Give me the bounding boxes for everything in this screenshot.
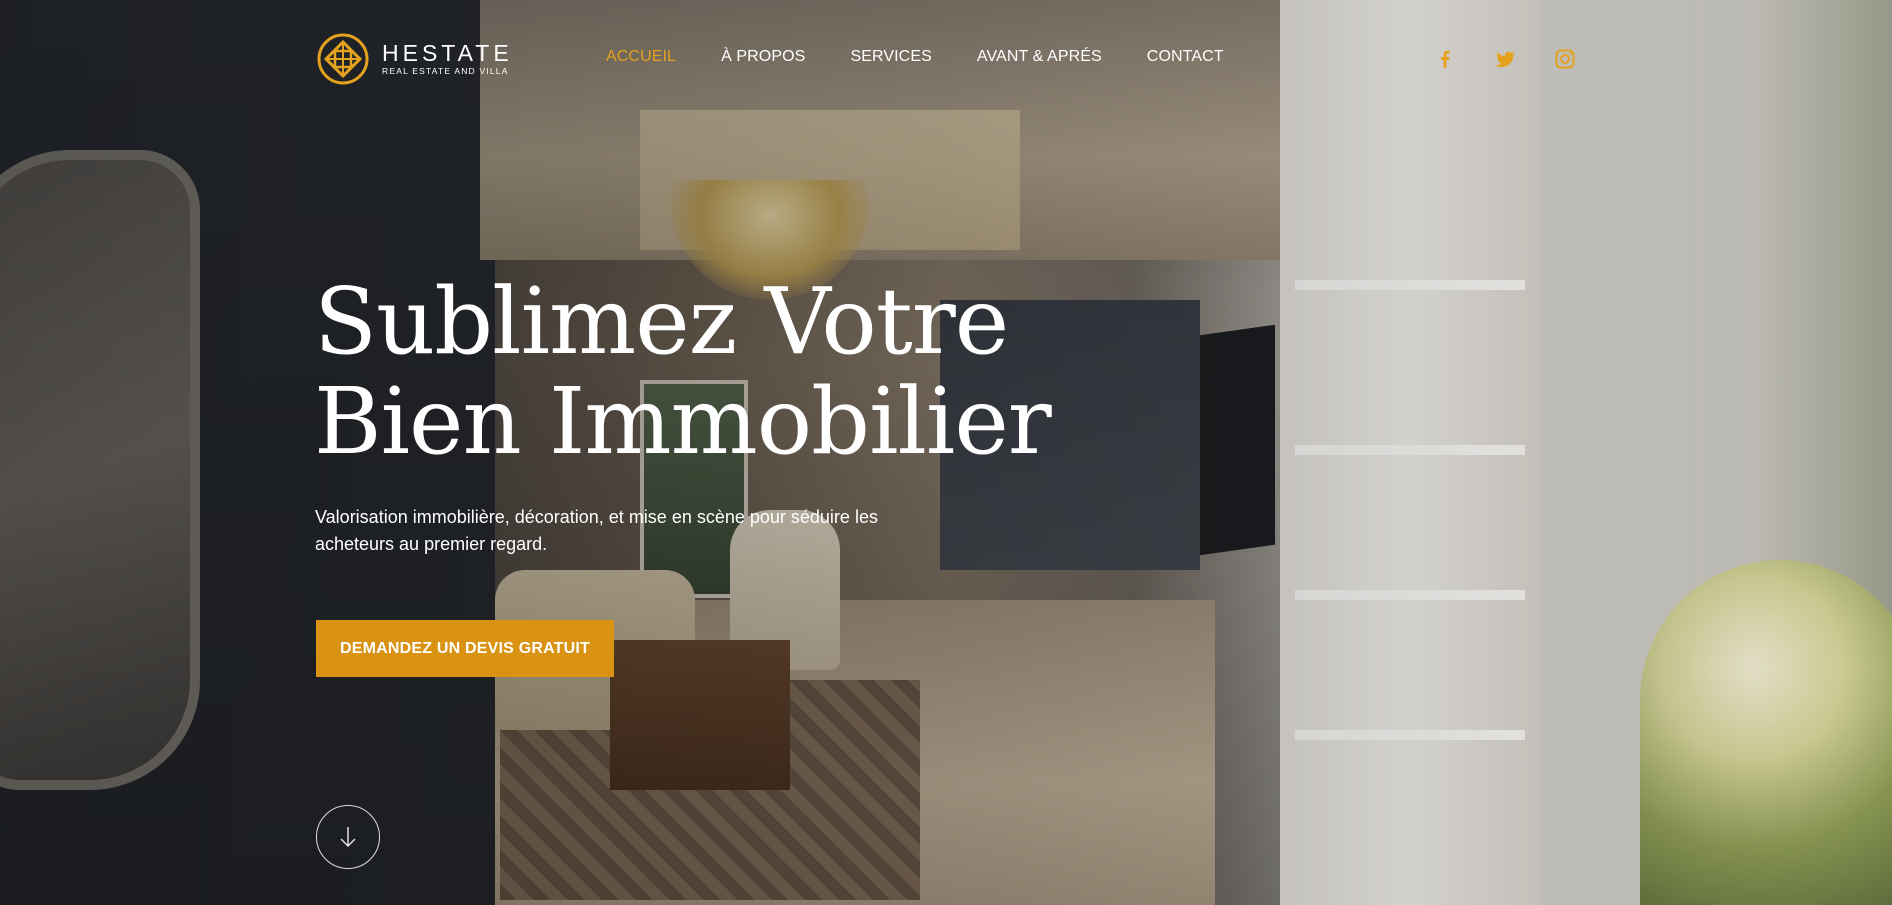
nav-item-accueil[interactable]: ACCUEIL	[606, 48, 676, 66]
request-quote-button[interactable]: DEMANDEZ UN DEVIS GRATUIT	[316, 620, 614, 677]
background-tv	[1200, 324, 1275, 556]
nav-item-services[interactable]: SERVICES	[850, 48, 931, 66]
twitter-link[interactable]	[1494, 48, 1516, 70]
background-shelf	[1295, 730, 1525, 740]
nav-item-avant-apres[interactable]: AVANT & APRÉS	[977, 48, 1102, 66]
background-rug	[500, 680, 920, 900]
background-shelf	[1295, 280, 1525, 290]
facebook-link[interactable]	[1434, 48, 1456, 70]
main-nav: ACCUEIL À PROPOS SERVICES AVANT & APRÉS …	[606, 48, 1224, 66]
nav-item-a-propos[interactable]: À PROPOS	[721, 48, 805, 66]
background-shelf	[1295, 590, 1525, 600]
instagram-icon	[1555, 49, 1575, 69]
background-ceiling	[480, 0, 1280, 260]
celtic-knot-logo-icon	[317, 33, 369, 85]
scroll-down-button[interactable]	[316, 805, 380, 869]
instagram-link[interactable]	[1554, 48, 1576, 70]
background-wall-right	[1540, 0, 1892, 905]
brand-logo-link[interactable]: HESTATE REAL ESTATE AND VILLA	[316, 32, 513, 86]
hero-headline-line-2: Bien Immobilier	[314, 368, 1052, 475]
hero-subtitle: Valorisation immobilière, décoration, et…	[315, 507, 878, 554]
hero-section: HESTATE REAL ESTATE AND VILLA ACCUEIL À …	[0, 0, 1892, 905]
twitter-icon	[1494, 51, 1516, 68]
hero-headline: Sublimez Votre Bien Immobilier	[314, 268, 1052, 475]
hero-headline-line-1: Sublimez Votre	[314, 268, 1009, 375]
background-shelves	[1280, 0, 1540, 905]
facebook-icon	[1440, 50, 1450, 68]
nav-item-contact[interactable]: CONTACT	[1147, 48, 1224, 66]
social-links	[1434, 48, 1576, 70]
brand-text: HESTATE REAL ESTATE AND VILLA	[382, 41, 513, 77]
arrow-down-icon	[340, 827, 356, 848]
brand-tagline: REAL ESTATE AND VILLA	[382, 66, 509, 76]
brand-name: HESTATE	[382, 40, 513, 66]
background-shelf	[1295, 445, 1525, 455]
background-coffee-table	[610, 640, 790, 790]
background-ceiling-light	[640, 110, 1020, 250]
background-mirror	[0, 150, 200, 790]
background-flowers	[1640, 560, 1892, 905]
